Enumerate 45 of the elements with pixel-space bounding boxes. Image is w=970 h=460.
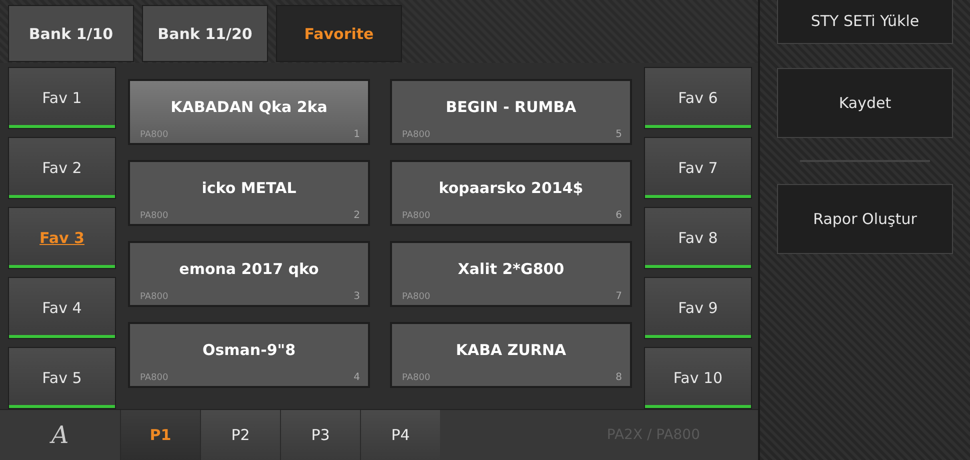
favorite-button[interactable]: Fav 8	[644, 206, 752, 269]
slot-number: 2	[354, 210, 360, 221]
bank-tab[interactable]: Bank 1/10	[8, 5, 134, 62]
favorite-button[interactable]: Fav 3	[8, 206, 116, 269]
style-button[interactable]: KABADAN Qka 2ka PA800 1	[128, 78, 370, 145]
page-tab[interactable]: P1	[120, 410, 200, 460]
model-label: PA800	[402, 210, 430, 221]
favorite-button[interactable]: Fav 6	[644, 66, 752, 129]
model-label: PA800	[402, 292, 430, 302]
slot-number: 6	[616, 210, 622, 221]
style-button[interactable]: emona 2017 qko PA800 3	[128, 240, 370, 307]
favorite-button[interactable]: Fav 9	[644, 276, 752, 339]
bank-tab[interactable]: Bank 11/20	[142, 5, 268, 62]
side-button[interactable]: Kaydet	[777, 68, 953, 138]
bank-tab[interactable]: Favorite	[276, 5, 402, 62]
favorite-button[interactable]: Fav 10	[644, 346, 752, 409]
model-label: PA800	[140, 372, 168, 383]
favorite-button[interactable]: Fav 2	[8, 136, 116, 199]
slot-number: 7	[616, 290, 622, 302]
slot-number: 1	[354, 128, 360, 140]
slot-number: 8	[616, 372, 622, 383]
favorite-button[interactable]: Fav 5	[8, 346, 116, 409]
model-label: PA800	[140, 130, 168, 140]
style-button[interactable]: BEGIN - RUMBA PA800 5	[390, 78, 632, 145]
model-label: PA800	[140, 292, 168, 302]
slot-number: 3	[354, 290, 360, 302]
style-button[interactable]: Xalit 2*G800 PA800 7	[390, 240, 632, 307]
page-tab[interactable]: P4	[360, 410, 440, 460]
favorite-button[interactable]: Fav 7	[644, 136, 752, 199]
style-button[interactable]: Osman-9"8 PA800 4	[128, 322, 370, 388]
logo: A	[48, 420, 70, 451]
slot-number: 5	[616, 128, 622, 140]
page-tab[interactable]: P2	[200, 410, 280, 460]
style-button[interactable]: icko METAL PA800 2	[128, 160, 370, 226]
style-button[interactable]: KABA ZURNA PA800 8	[390, 322, 632, 388]
model-label: PA800	[140, 210, 168, 221]
style-button[interactable]: kopaarsko 2014$ PA800 6	[390, 160, 632, 226]
side-button[interactable]: STY SETi Yükle	[777, 0, 953, 44]
side-button[interactable]: Rapor Oluştur	[777, 184, 953, 254]
favorite-button[interactable]: Fav 4	[8, 276, 116, 339]
model-label: PA800	[402, 130, 430, 140]
page-tab[interactable]: P3	[280, 410, 360, 460]
slot-number: 4	[354, 372, 360, 383]
model-label: PA800	[402, 372, 430, 383]
favorite-button[interactable]: Fav 1	[8, 66, 116, 129]
